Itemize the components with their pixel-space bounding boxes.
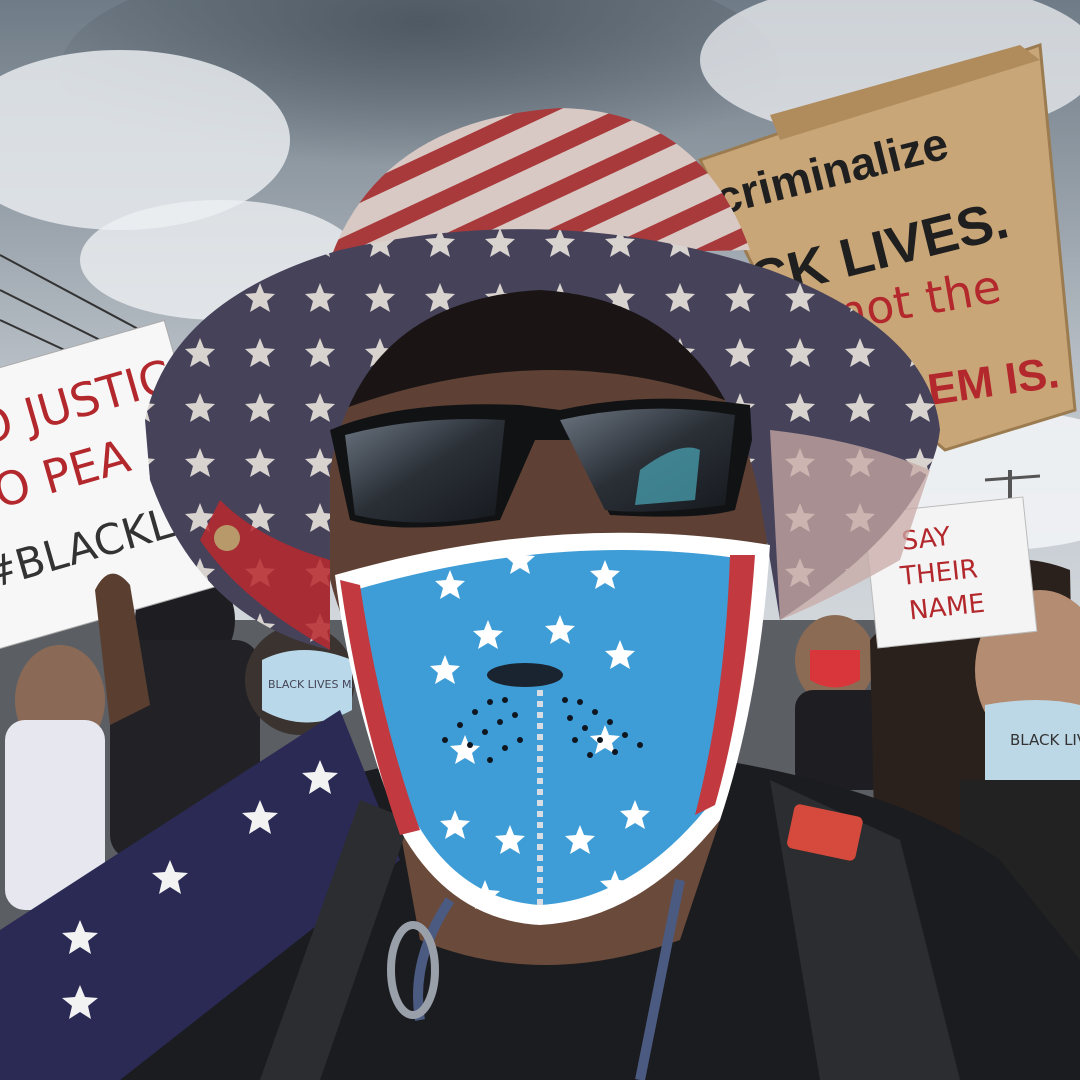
mask-nose-vent [487,663,563,687]
hat-grommet [214,525,240,551]
sunglasses-left-lens [345,419,505,523]
mask-writing-right: BLACK LIVE [1010,731,1080,749]
photo-illustration: BLACK LIVE BLACK LIVES MATTE SAY THEIR N… [0,0,1080,1080]
photo-scene: BLACK LIVE BLACK LIVES MATTE SAY THEIR N… [0,0,1080,1080]
crowd-face-mask [810,650,860,688]
